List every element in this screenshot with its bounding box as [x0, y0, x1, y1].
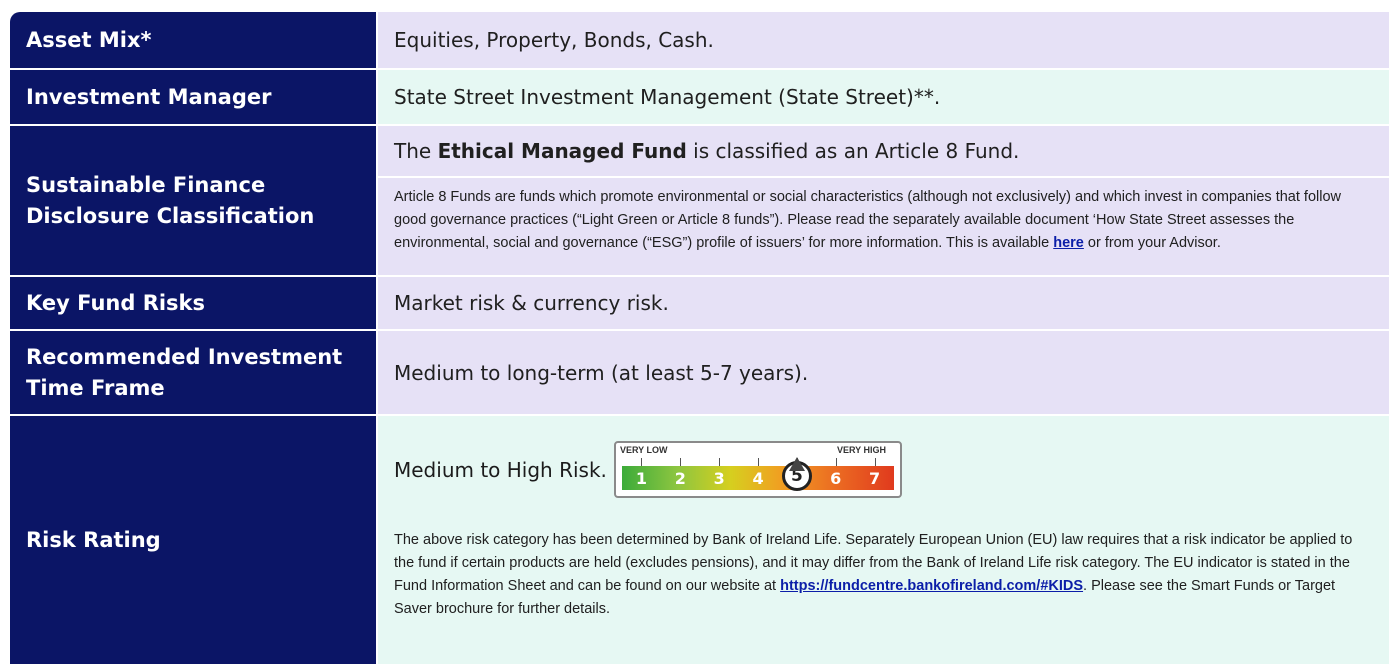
- risk-scale-number: 6: [830, 468, 842, 488]
- row-time-frame: Recommended Investment Time Frame Medium…: [10, 331, 1389, 416]
- kids-link[interactable]: https://fundcentre.bankofireland.com/#KI…: [780, 578, 1083, 594]
- risk-scale-segment-4: 4: [739, 466, 778, 490]
- sfdr-here-link[interactable]: here: [1053, 235, 1084, 251]
- sfdr-fund-name: Ethical Managed Fund: [437, 139, 687, 163]
- sfdr-cell: The Ethical Managed Fund is classified a…: [378, 126, 1389, 277]
- risk-scale-low-caption: VERY LOW: [620, 445, 668, 455]
- risk-pointer-icon: [788, 457, 805, 471]
- risk-rating-cell: Medium to High Risk. VERY LOW VERY HIGH …: [378, 416, 1389, 666]
- risk-scale-number: 2: [674, 468, 686, 488]
- key-risks-cell: Market risk & currency risk.: [378, 277, 1389, 331]
- risk-rating-note: The above risk category has been determi…: [378, 523, 1389, 629]
- risk-scale-segment-6: 6: [816, 466, 855, 490]
- risk-rating-line: Medium to High Risk. VERY LOW VERY HIGH …: [378, 416, 1389, 523]
- risk-scale-number: 3: [713, 468, 725, 488]
- key-risks-value: Market risk & currency risk.: [394, 291, 669, 315]
- risk-scale-tick: [874, 458, 876, 466]
- risk-scale-tick: [641, 458, 643, 466]
- risk-scale-tick: [680, 458, 682, 466]
- sfdr-label: Sustainable Finance Disclosure Classific…: [10, 126, 378, 277]
- investment-manager-label: Investment Manager: [10, 70, 378, 126]
- row-risk-rating: Risk Rating Medium to High Risk. VERY LO…: [10, 416, 1389, 666]
- row-investment-manager: Investment Manager State Street Investme…: [10, 70, 1389, 126]
- sfdr-classification-line: The Ethical Managed Fund is classified a…: [378, 126, 1389, 176]
- risk-scale-segment-3: 3: [700, 466, 739, 490]
- risk-scale-segment-2: 2: [661, 466, 700, 490]
- risk-scale-number: 7: [869, 468, 881, 488]
- row-sfdr: Sustainable Finance Disclosure Classific…: [10, 126, 1389, 277]
- risk-scale: VERY LOW VERY HIGH 1234567: [614, 441, 902, 498]
- sfdr-line-prefix: The: [394, 139, 438, 163]
- risk-scale-bar: 1234567: [622, 461, 894, 491]
- risk-scale-high-caption: VERY HIGH: [836, 445, 886, 455]
- investment-manager-value: State Street Investment Management (Stat…: [394, 85, 941, 109]
- key-risks-label: Key Fund Risks: [10, 277, 378, 331]
- row-key-risks: Key Fund Risks Market risk & currency ri…: [10, 277, 1389, 331]
- time-frame-label: Recommended Investment Time Frame: [10, 331, 378, 416]
- asset-mix-value: Equities, Property, Bonds, Cash.: [394, 28, 714, 52]
- time-frame-cell: Medium to long-term (at least 5-7 years)…: [378, 331, 1389, 416]
- risk-rating-label: Risk Rating: [10, 416, 378, 666]
- risk-scale-tick: [719, 458, 721, 466]
- risk-scale-number: 4: [752, 468, 764, 488]
- sfdr-line-suffix: is classified as an Article 8 Fund.: [686, 139, 1020, 163]
- investment-manager-cell: State Street Investment Management (Stat…: [378, 70, 1389, 126]
- risk-scale-tick: [835, 458, 837, 466]
- sfdr-note-suffix: or from your Advisor.: [1083, 235, 1221, 251]
- time-frame-value: Medium to long-term (at least 5-7 years)…: [394, 360, 809, 385]
- fund-details-table: Asset Mix* Equities, Property, Bonds, Ca…: [10, 12, 1389, 666]
- risk-scale-tick: [758, 458, 759, 466]
- risk-scale-segment-7: 7: [855, 466, 894, 490]
- risk-scale-number: 1: [635, 468, 647, 488]
- row-asset-mix: Asset Mix* Equities, Property, Bonds, Ca…: [10, 12, 1389, 70]
- asset-mix-label: Asset Mix*: [10, 12, 378, 70]
- sfdr-note: Article 8 Funds are funds which promote …: [378, 176, 1389, 263]
- risk-scale-segment-1: 1: [622, 466, 661, 490]
- risk-rating-value: Medium to High Risk.: [394, 457, 607, 482]
- asset-mix-cell: Equities, Property, Bonds, Cash.: [378, 12, 1389, 70]
- risk-scale-captions: VERY LOW VERY HIGH: [620, 445, 896, 459]
